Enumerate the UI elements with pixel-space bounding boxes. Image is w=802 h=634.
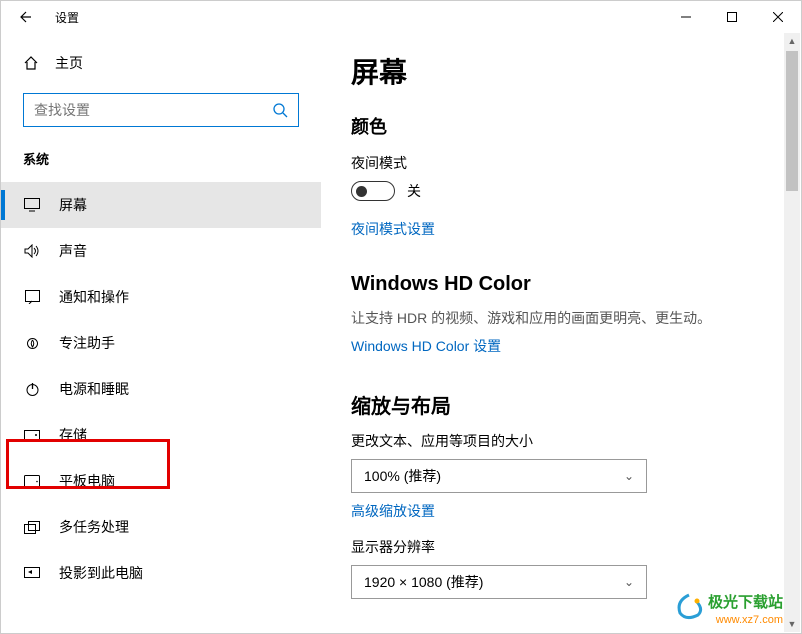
sidebar-item-label: 屏幕	[59, 195, 87, 215]
night-mode-state: 关	[407, 181, 421, 201]
window-controls	[663, 1, 801, 33]
watermark-title: 极光下载站	[708, 593, 783, 613]
scroll-down-arrow[interactable]: ▼	[784, 616, 800, 632]
maximize-button[interactable]	[709, 1, 755, 33]
multitasking-icon	[24, 521, 40, 534]
home-label: 主页	[55, 53, 83, 73]
sidebar-item-label: 存储	[59, 425, 87, 445]
tablet-icon	[24, 475, 40, 488]
sidebar-item-projecting[interactable]: 投影到此电脑	[1, 550, 321, 596]
scale-heading: 缩放与布局	[351, 390, 771, 419]
sidebar-item-notifications[interactable]: 通知和操作	[1, 274, 321, 320]
sidebar-item-label: 平板电脑	[59, 471, 115, 491]
scale-label: 更改文本、应用等项目的大小	[351, 431, 771, 451]
search-input[interactable]	[34, 102, 272, 118]
vertical-scrollbar[interactable]: ▲ ▼	[784, 33, 800, 632]
sidebar-item-tablet[interactable]: 平板电脑	[1, 458, 321, 504]
display-icon	[24, 198, 40, 212]
maximize-icon	[727, 12, 737, 22]
sidebar-item-label: 声音	[59, 241, 87, 261]
sidebar-item-power[interactable]: 电源和睡眠	[1, 366, 321, 412]
search-box[interactable]	[23, 93, 299, 127]
sidebar-item-storage[interactable]: 存储	[1, 412, 321, 458]
content-area: 主页 系统 屏幕 声音 通知和操作 专注助手 电源和睡眠	[1, 33, 801, 633]
night-mode-label: 夜间模式	[351, 153, 771, 173]
sidebar: 主页 系统 屏幕 声音 通知和操作 专注助手 电源和睡眠	[1, 33, 321, 633]
close-icon	[773, 12, 783, 22]
scale-dropdown[interactable]: 100% (推荐) ⌄	[351, 459, 647, 493]
watermark-url: www.xz7.com	[708, 613, 783, 627]
focus-assist-icon	[25, 336, 40, 351]
sidebar-item-multitasking[interactable]: 多任务处理	[1, 504, 321, 550]
night-mode-toggle[interactable]	[351, 181, 395, 201]
hdcolor-settings-link[interactable]: Windows HD Color 设置	[351, 336, 501, 356]
scroll-up-arrow[interactable]: ▲	[784, 33, 800, 49]
home-icon	[23, 55, 39, 71]
notifications-icon	[25, 290, 40, 304]
main-panel: 屏幕 颜色 夜间模式 关 夜间模式设置 Windows HD Color 让支持…	[321, 33, 801, 633]
advanced-scale-link[interactable]: 高级缩放设置	[351, 501, 435, 521]
chevron-down-icon: ⌄	[624, 575, 634, 589]
back-button[interactable]	[9, 1, 41, 33]
sidebar-section-title: 系统	[1, 127, 321, 182]
sidebar-item-label: 通知和操作	[59, 287, 129, 307]
hdcolor-heading: Windows HD Color	[351, 273, 771, 296]
scrollbar-thumb[interactable]	[786, 51, 798, 191]
close-button[interactable]	[755, 1, 801, 33]
home-button[interactable]: 主页	[1, 43, 321, 83]
sidebar-item-display[interactable]: 屏幕	[1, 182, 321, 228]
scale-dropdown-value: 100% (推荐)	[364, 466, 441, 486]
sidebar-item-label: 投影到此电脑	[59, 563, 143, 583]
storage-icon	[24, 430, 40, 440]
sidebar-item-focus-assist[interactable]: 专注助手	[1, 320, 321, 366]
resolution-dropdown-value: 1920 × 1080 (推荐)	[364, 572, 483, 592]
minimize-icon	[681, 12, 691, 22]
watermark: 极光下载站 www.xz7.com	[708, 593, 783, 627]
sidebar-item-label: 专注助手	[59, 333, 115, 353]
night-mode-settings-link[interactable]: 夜间模式设置	[351, 219, 435, 239]
title-bar: 设置	[1, 1, 801, 33]
search-icon	[272, 102, 288, 118]
color-heading: 颜色	[351, 113, 771, 139]
window-title: 设置	[55, 9, 79, 26]
hdcolor-description: 让支持 HDR 的视频、游戏和应用的画面更明亮、更生动。	[351, 308, 771, 328]
resolution-dropdown[interactable]: 1920 × 1080 (推荐) ⌄	[351, 565, 647, 599]
page-title: 屏幕	[351, 51, 771, 91]
arrow-left-icon	[17, 9, 33, 25]
minimize-button[interactable]	[663, 1, 709, 33]
sidebar-item-sound[interactable]: 声音	[1, 228, 321, 274]
toggle-knob	[356, 186, 367, 197]
resolution-label: 显示器分辨率	[351, 537, 771, 557]
projecting-icon	[24, 567, 40, 580]
power-icon	[25, 382, 40, 397]
chevron-down-icon: ⌄	[624, 469, 634, 483]
sidebar-item-label: 电源和睡眠	[59, 379, 129, 399]
watermark-logo-icon	[674, 593, 704, 621]
sound-icon	[24, 244, 40, 258]
sidebar-item-label: 多任务处理	[59, 517, 129, 537]
